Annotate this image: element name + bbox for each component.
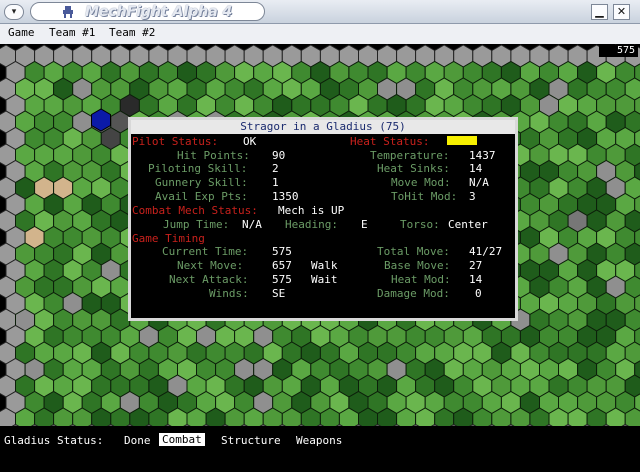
next-attack-value: 575 bbox=[272, 273, 292, 286]
popup-title: Stragor in a Gladius (75) bbox=[240, 120, 406, 133]
move-mod-value: N/A bbox=[469, 176, 489, 189]
mech-app-icon bbox=[63, 6, 73, 18]
mech-status-popup: Stragor in a Gladius (75) Pilot Status: … bbox=[128, 117, 518, 321]
game-timing-label: Game Timing bbox=[132, 232, 205, 245]
base-move-value: 27 bbox=[469, 259, 483, 272]
tab-structure[interactable]: Structure bbox=[221, 434, 281, 447]
next-attack-mode: Wait bbox=[311, 273, 338, 286]
tab-weapons[interactable]: Weapons bbox=[296, 434, 342, 447]
next-attack-label: Next Attack: bbox=[169, 273, 249, 286]
combat-status-label: Combat Mech Status: bbox=[132, 204, 258, 217]
hit-points-value: 90 bbox=[272, 149, 286, 162]
heading-label: Heading: bbox=[285, 218, 338, 231]
jump-time-value: N/A bbox=[242, 218, 262, 231]
chevron-down-icon: ▾ bbox=[11, 7, 17, 17]
heat-sinks-label: Heat Sinks: bbox=[377, 162, 450, 175]
gunnery-skill-value: 1 bbox=[272, 176, 279, 189]
total-move-label: Total Move: bbox=[377, 245, 450, 258]
status-label: Gladius Status: bbox=[4, 434, 104, 447]
mech-status-bar: Gladius Status: Done Combat Structure We… bbox=[0, 426, 640, 472]
piloting-skill-value: 2 bbox=[272, 162, 279, 175]
winds-label: Winds: bbox=[209, 287, 249, 300]
combat-status-value: Mech is UP bbox=[278, 204, 345, 217]
popup-titlebar: Stragor in a Gladius (75) bbox=[131, 120, 515, 134]
jump-time-label: Jump Time: bbox=[163, 218, 230, 231]
minimize-button[interactable]: ▁ bbox=[591, 4, 608, 20]
selected-mech-hex[interactable] bbox=[91, 108, 111, 132]
tab-done[interactable]: Done bbox=[124, 434, 151, 447]
current-time-label: Current Time: bbox=[162, 245, 249, 258]
heat-status-indicator bbox=[447, 136, 477, 145]
close-button[interactable]: ✕ bbox=[613, 4, 630, 20]
next-move-label: Next Move: bbox=[177, 259, 244, 272]
menu-team-2[interactable]: Team #2 bbox=[109, 26, 155, 39]
current-time-value: 575 bbox=[272, 245, 292, 258]
hit-points-label: Hit Points: bbox=[177, 149, 250, 162]
menu-bar: Game Team #1 Team #2 bbox=[0, 24, 640, 44]
window-titlebar: ▾ MechFight Alpha 4 ▁ ✕ bbox=[0, 0, 640, 24]
title-pill: MechFight Alpha 4 bbox=[30, 2, 265, 21]
close-icon: ✕ bbox=[616, 5, 627, 18]
pilot-status-value: OK bbox=[243, 135, 257, 148]
total-move-value: 41/27 bbox=[469, 245, 503, 258]
heat-mod-value: 14 bbox=[469, 273, 483, 286]
damage-mod-value: 0 bbox=[475, 287, 482, 300]
avail-exp-label: Avail Exp Pts: bbox=[155, 190, 248, 203]
gunnery-skill-label: Gunnery Skill: bbox=[155, 176, 248, 189]
window-menu-button[interactable]: ▾ bbox=[4, 4, 24, 20]
damage-mod-label: Damage Mod: bbox=[377, 287, 450, 300]
temperature-label: Temperature: bbox=[370, 149, 450, 162]
heat-sinks-value: 14 bbox=[469, 162, 483, 175]
menu-game[interactable]: Game bbox=[8, 26, 35, 39]
torso-label: Torso: bbox=[400, 218, 440, 231]
window-title: MechFight Alpha 4 bbox=[85, 4, 233, 20]
temperature-value: 1437 bbox=[469, 149, 496, 162]
minimize-icon: ▁ bbox=[595, 5, 604, 18]
base-move-label: Base Move: bbox=[384, 259, 451, 272]
turn-counter: 575 bbox=[599, 45, 638, 57]
next-move-mode: Walk bbox=[311, 259, 338, 272]
heat-status-label: Heat Status: bbox=[350, 135, 430, 148]
move-mod-label: Move Mod: bbox=[391, 176, 451, 189]
piloting-skill-label: Piloting Skill: bbox=[148, 162, 248, 175]
tohit-mod-value: 3 bbox=[469, 190, 476, 203]
heat-mod-label: Heat Mod: bbox=[391, 273, 451, 286]
torso-value: Center bbox=[448, 218, 488, 231]
menu-team-1[interactable]: Team #1 bbox=[49, 26, 95, 39]
avail-exp-value: 1350 bbox=[272, 190, 299, 203]
tohit-mod-label: ToHit Mod: bbox=[391, 190, 458, 203]
next-move-value: 657 bbox=[272, 259, 292, 272]
heading-value: E bbox=[361, 218, 368, 231]
winds-value: SE bbox=[272, 287, 286, 300]
tab-combat[interactable]: Combat bbox=[159, 433, 205, 446]
pilot-status-label: Pilot Status: bbox=[132, 135, 219, 148]
